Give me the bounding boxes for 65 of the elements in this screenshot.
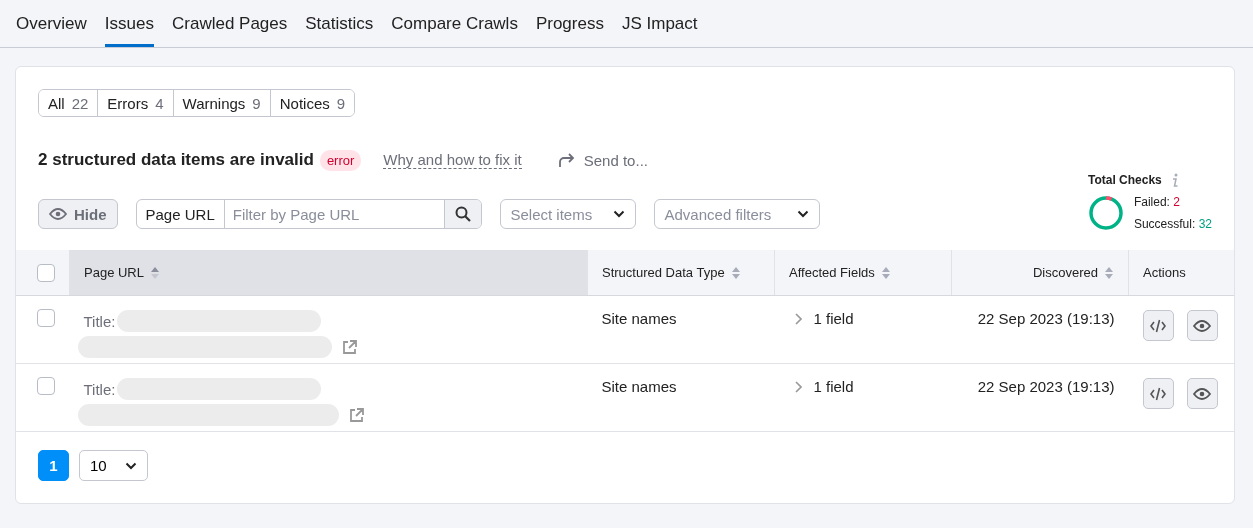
column-header[interactable]: Affected Fields (789, 265, 875, 280)
code-icon (1150, 386, 1166, 401)
sort-icon[interactable] (880, 265, 891, 280)
code-icon (1150, 318, 1166, 333)
chevron-right-icon[interactable] (794, 312, 802, 325)
nav-tab[interactable]: Compare Crawls (391, 0, 518, 47)
segment-label[interactable]: Warnings (182, 94, 246, 112)
sort-icon[interactable] (1104, 265, 1114, 280)
segment-label[interactable]: Errors (107, 94, 149, 112)
failed-count: Failed: 2 (1133, 194, 1181, 211)
checkbox[interactable] (37, 309, 55, 327)
segment-label[interactable]: All (48, 94, 65, 112)
column-header[interactable]: Discovered (1032, 265, 1098, 280)
table-cell: Site names (601, 310, 677, 327)
nav-tab[interactable]: Progress (535, 0, 604, 47)
external-link-icon[interactable] (348, 407, 364, 423)
segment-label[interactable]: Notices (279, 94, 330, 112)
nav-tab[interactable]: Statistics (305, 0, 374, 47)
error-badge: error (319, 149, 362, 171)
url-filter[interactable]: Page URL Filter by Page URL (135, 199, 482, 229)
donut-chart-icon (1087, 195, 1124, 231)
table-cell: 1 field (813, 310, 854, 327)
table-cell: 22 Sep 2023 (19:13) (977, 378, 1115, 395)
share-arrow-icon (557, 152, 576, 168)
view-button[interactable] (1186, 378, 1218, 409)
segment-count: 9 (336, 94, 346, 112)
title-label: Title: (83, 312, 116, 330)
info-icon[interactable] (1171, 173, 1178, 187)
eye-icon (1193, 387, 1211, 400)
chevron-down-icon (796, 210, 809, 218)
nav-tab[interactable]: JS Impact (621, 0, 698, 47)
table-cell: 1 field (813, 378, 854, 395)
table-cell: Site names (601, 378, 677, 395)
page-size-dropdown[interactable]: 10 (79, 450, 148, 481)
table-cell: 22 Sep 2023 (19:13) (977, 310, 1115, 327)
sort-icon[interactable] (730, 265, 741, 280)
eye-icon (1193, 319, 1211, 332)
code-button[interactable] (1142, 310, 1174, 341)
title-label: Title: (83, 380, 116, 398)
segment-count: 22 (71, 94, 89, 112)
search-icon (454, 206, 471, 222)
chevron-right-icon[interactable] (794, 380, 802, 393)
successful-count: Successful: 32 (1133, 216, 1212, 233)
column-header: Actions (1143, 265, 1186, 280)
hide-button[interactable]: Hide (38, 199, 118, 229)
checkbox[interactable] (37, 377, 55, 395)
segment-count: 4 (155, 94, 164, 112)
nav-tab[interactable]: Issues (104, 0, 154, 47)
issue-title: 2 structured data items are invalid (38, 150, 314, 170)
column-header[interactable]: Page URL (84, 265, 144, 280)
total-checks-title: Total Checks (1087, 173, 1162, 187)
help-link[interactable]: Why and how to fix it (383, 151, 522, 169)
segment-count: 9 (252, 94, 261, 112)
sort-icon[interactable] (150, 265, 160, 280)
external-link-icon[interactable] (341, 339, 357, 355)
eye-icon (49, 208, 67, 220)
nav-tab[interactable]: Crawled Pages (172, 0, 288, 47)
send-to-button[interactable]: Send to... (557, 151, 648, 169)
chevron-down-icon (124, 461, 137, 470)
chevron-down-icon (612, 210, 625, 218)
checkbox[interactable] (37, 263, 55, 282)
view-button[interactable] (1186, 310, 1218, 341)
code-button[interactable] (1142, 378, 1174, 409)
search-button[interactable] (443, 200, 481, 228)
nav-tab[interactable]: Overview (16, 0, 87, 47)
